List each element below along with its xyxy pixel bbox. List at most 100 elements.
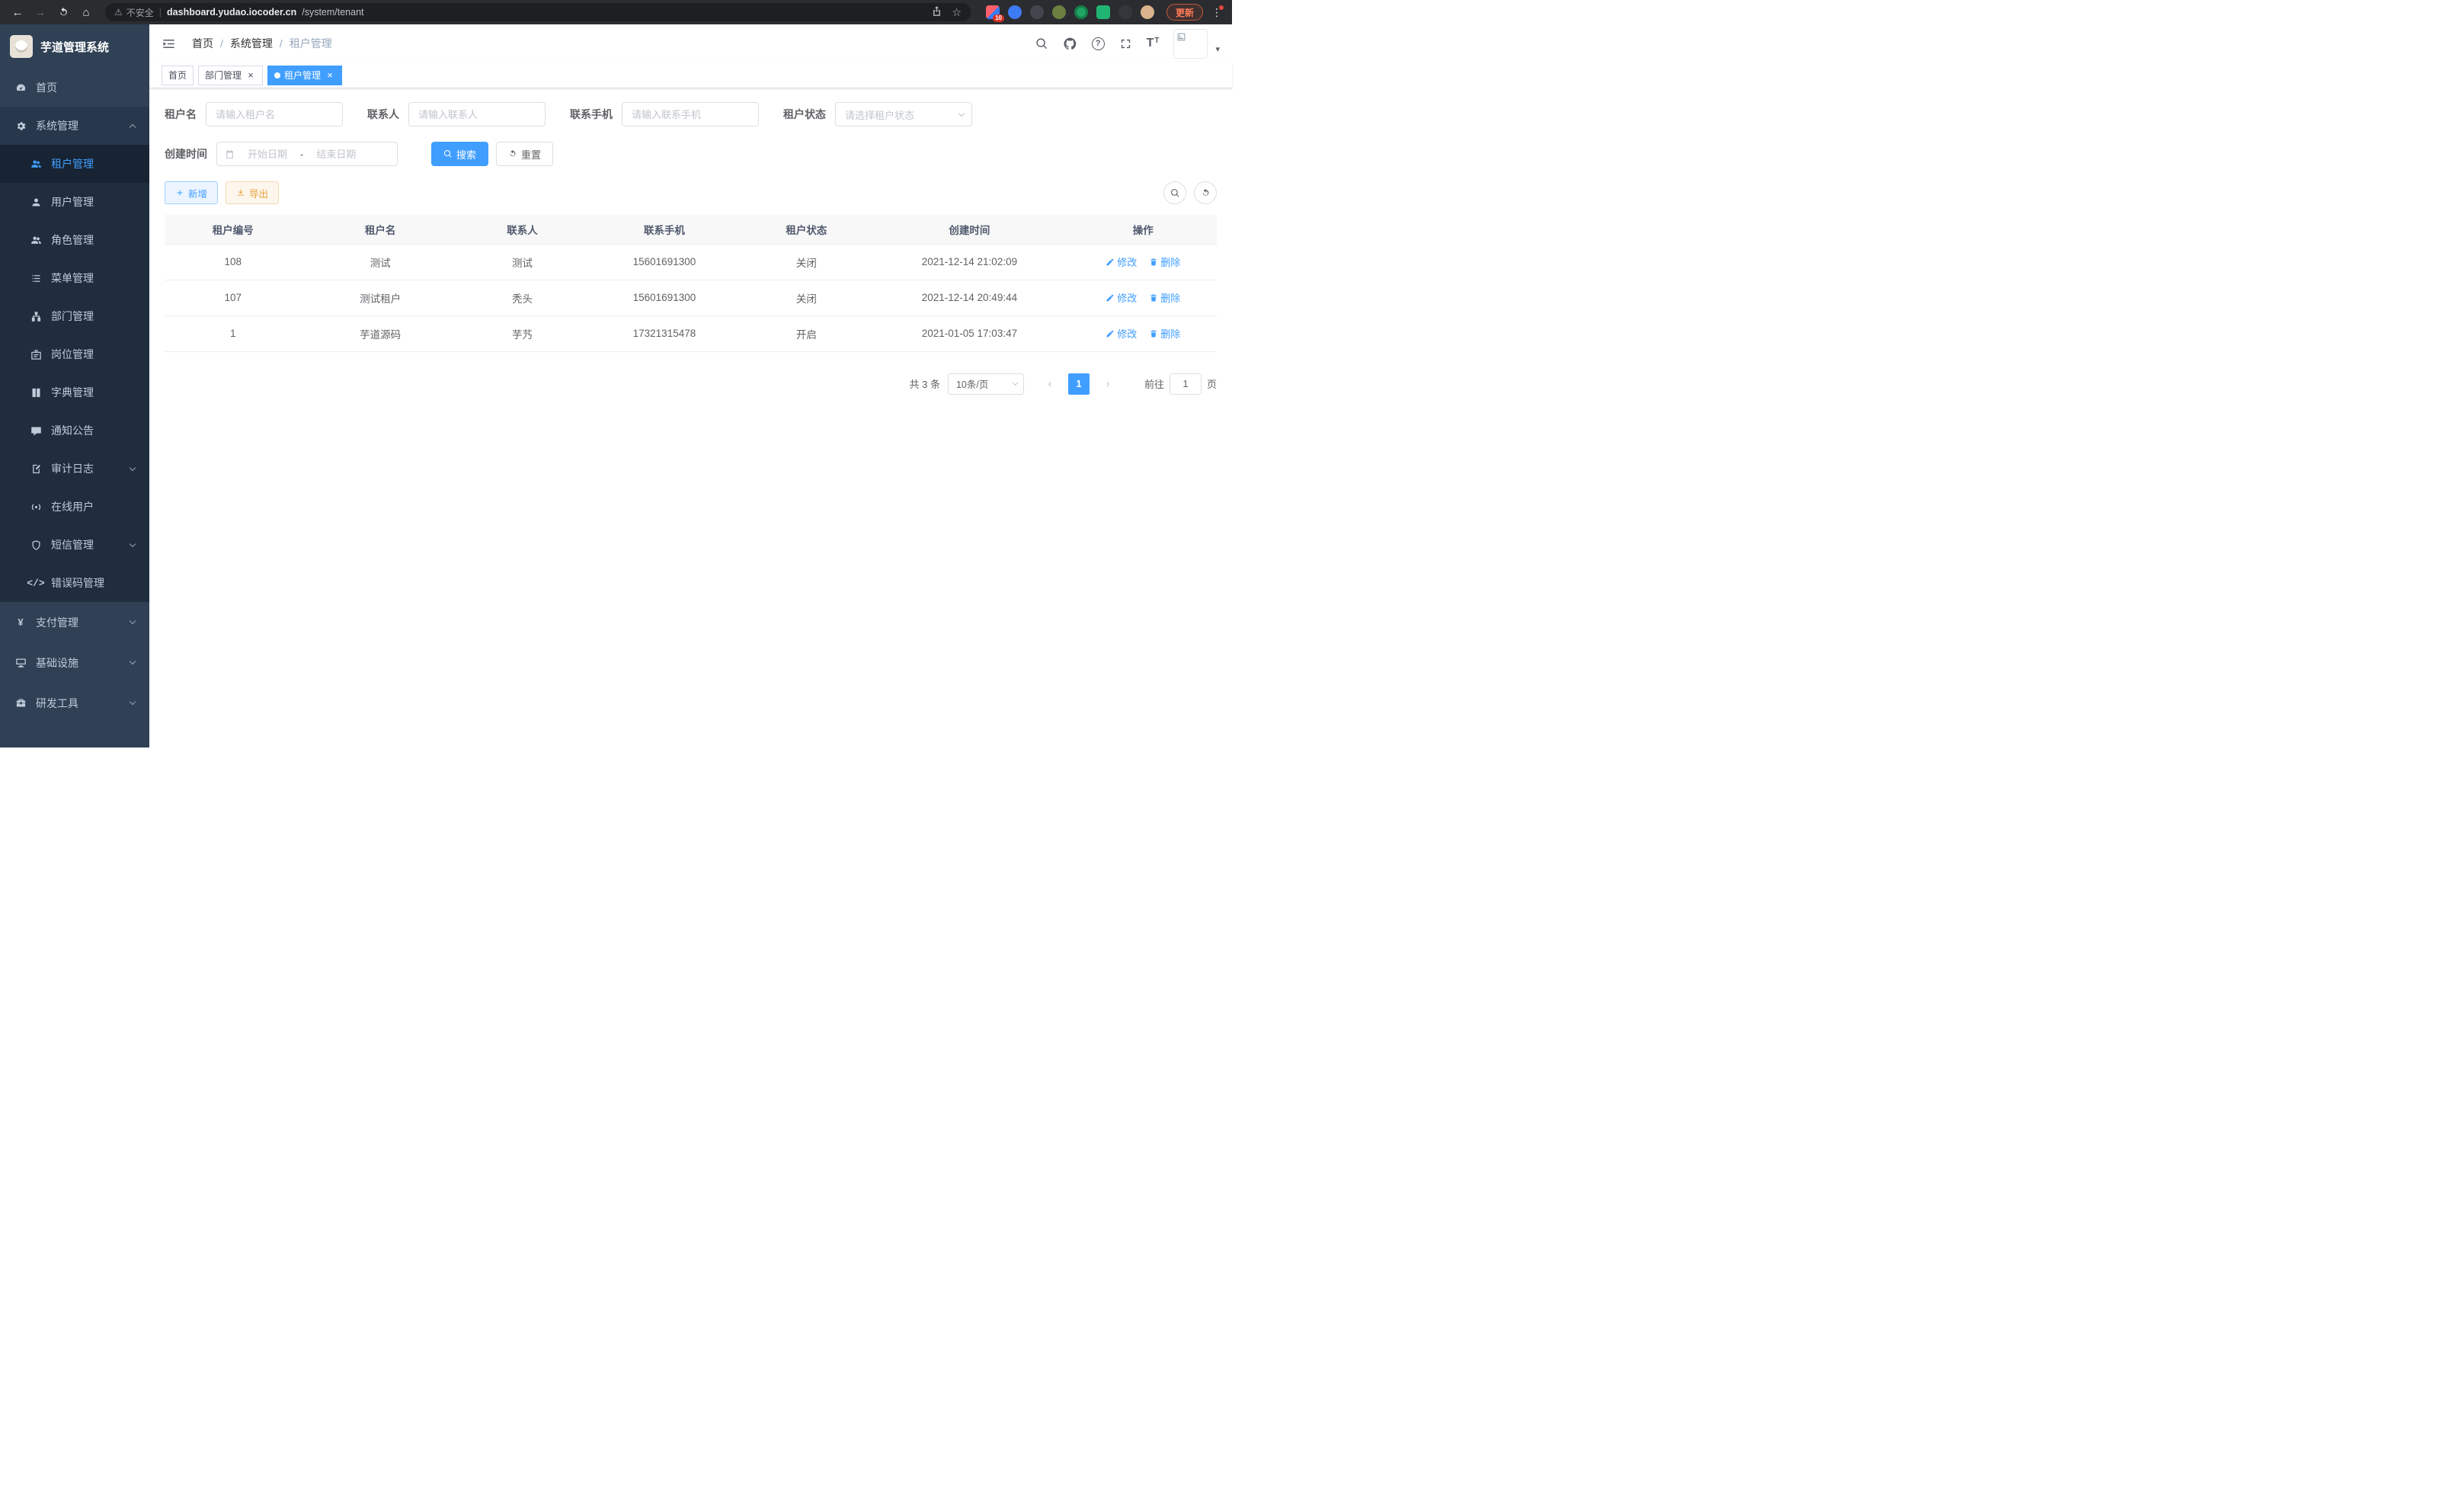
total-count: 共 3 条 — [910, 376, 940, 391]
next-page-button[interactable]: › — [1097, 373, 1118, 395]
sidebar-item-devtools[interactable]: 研发工具 — [0, 683, 149, 723]
pagination: 共 3 条 10条/页 ‹ 1 › 前往 页 — [165, 373, 1217, 395]
extension-icon[interactable] — [1030, 5, 1044, 19]
breadcrumb-home[interactable]: 首页 — [192, 36, 213, 51]
trash-icon — [1149, 293, 1158, 303]
sidebar-item-online-user[interactable]: 在线用户 — [0, 488, 149, 526]
chevron-down-icon — [130, 464, 136, 470]
end-date-input[interactable] — [306, 149, 366, 160]
bookmark-star-icon[interactable]: ☆ — [952, 6, 962, 19]
reset-button[interactable]: 重置 — [496, 142, 553, 166]
sidebar-item-role[interactable]: 角色管理 — [0, 221, 149, 259]
tab-dept[interactable]: 部门管理 × — [198, 66, 263, 85]
avatar-caret-icon[interactable]: ▾ — [1215, 44, 1220, 54]
sidebar-item-dict[interactable]: 字典管理 — [0, 373, 149, 411]
close-icon[interactable]: × — [325, 70, 335, 81]
extension-icon[interactable] — [1096, 5, 1110, 19]
address-bar[interactable]: ⚠ 不安全 | dashboard.yudao.iocoder.cn /syst… — [105, 3, 971, 21]
trash-icon — [1149, 258, 1158, 267]
close-icon[interactable]: × — [245, 70, 256, 81]
edit-link[interactable]: 修改 — [1106, 326, 1137, 341]
sidebar-collapse-button[interactable] — [162, 35, 178, 52]
sidebar-item-payment[interactable]: ¥ 支付管理 — [0, 602, 149, 642]
sidebar-item-tenant[interactable]: 租户管理 — [0, 145, 149, 183]
monitor-icon — [14, 657, 27, 668]
breadcrumb-system[interactable]: 系统管理 — [230, 36, 273, 51]
sidebar-item-audit-log[interactable]: 审计日志 — [0, 450, 149, 488]
table-row: 108 测试 测试 15601691300 关闭 2021-12-14 21:0… — [165, 244, 1217, 280]
sidebar-item-home[interactable]: 首页 — [0, 69, 149, 107]
extension-icon[interactable] — [1052, 5, 1066, 19]
gear-icon — [14, 120, 27, 132]
search-button[interactable]: 搜索 — [431, 142, 488, 166]
plus-icon — [175, 188, 184, 197]
add-button[interactable]: 新增 — [165, 181, 218, 204]
active-dot — [274, 72, 280, 78]
date-range-picker[interactable]: - — [216, 142, 398, 166]
search-icon — [1170, 188, 1180, 198]
sidebar-item-system[interactable]: 系统管理 — [0, 107, 149, 145]
tab-tenant[interactable]: 租户管理 × — [267, 66, 342, 85]
sidebar-item-error-code[interactable]: </> 错误码管理 — [0, 564, 149, 602]
refresh-icon — [1201, 188, 1211, 198]
toolbox-icon — [14, 697, 27, 709]
sidebar-item-notice[interactable]: 通知公告 — [0, 411, 149, 450]
font-size-icon[interactable]: TT — [1147, 37, 1160, 50]
github-icon[interactable] — [1063, 37, 1077, 51]
extensions-puzzle-icon[interactable] — [1118, 5, 1132, 19]
edit-link[interactable]: 修改 — [1106, 290, 1137, 305]
page-size-select[interactable]: 10条/页 — [948, 373, 1024, 395]
start-date-input[interactable] — [238, 149, 297, 160]
forward-icon[interactable]: → — [30, 2, 50, 22]
extension-icon[interactable] — [1074, 5, 1088, 19]
status-select[interactable]: 请选择租户状态 — [835, 102, 972, 126]
sidebar-item-post[interactable]: 岗位管理 — [0, 335, 149, 373]
extension-icon[interactable]: 10 — [986, 5, 1000, 19]
sidebar-item-sms[interactable]: 短信管理 — [0, 526, 149, 564]
security-indicator[interactable]: ⚠ 不安全 — [114, 6, 154, 19]
sidebar-item-dept[interactable]: 部门管理 — [0, 297, 149, 335]
back-icon[interactable]: ← — [8, 2, 27, 22]
extension-icon[interactable] — [1008, 5, 1022, 19]
delete-link[interactable]: 删除 — [1149, 255, 1180, 269]
prev-page-button[interactable]: ‹ — [1039, 373, 1061, 395]
logo-image — [10, 35, 33, 58]
mobile-input[interactable] — [622, 102, 759, 126]
app-logo[interactable]: 芋道管理系统 — [0, 24, 149, 69]
share-icon[interactable] — [931, 5, 942, 19]
profile-avatar[interactable] — [1141, 5, 1154, 19]
refresh-icon — [508, 149, 517, 158]
chevron-down-icon — [958, 110, 965, 116]
breadcrumb-current: 租户管理 — [290, 36, 332, 51]
refresh-table-button[interactable] — [1194, 181, 1217, 204]
search-icon[interactable] — [1035, 37, 1048, 50]
browser-menu-icon[interactable]: ⋮ — [1209, 6, 1224, 19]
audit-log-icon — [30, 463, 42, 475]
chevron-down-icon — [130, 618, 136, 624]
sidebar-item-menu[interactable]: 菜单管理 — [0, 259, 149, 297]
tab-home[interactable]: 首页 — [162, 66, 194, 85]
pencil-icon — [1106, 258, 1115, 267]
toggle-search-button[interactable] — [1163, 181, 1186, 204]
home-icon[interactable]: ⌂ — [76, 2, 96, 22]
fullscreen-icon[interactable] — [1119, 37, 1132, 50]
user-avatar[interactable] — [1173, 29, 1208, 59]
sidebar-item-user[interactable]: 用户管理 — [0, 183, 149, 221]
edit-link[interactable]: 修改 — [1106, 255, 1137, 269]
pencil-icon — [1106, 293, 1115, 303]
page-number-1[interactable]: 1 — [1068, 373, 1090, 395]
header-actions: ? TT ▾ — [1035, 29, 1220, 59]
status-text: 开启 — [744, 315, 870, 351]
search-icon — [443, 149, 453, 158]
help-icon[interactable]: ? — [1092, 37, 1105, 50]
delete-link[interactable]: 删除 — [1149, 326, 1180, 341]
tenant-name-input[interactable] — [206, 102, 343, 126]
chrome-update-button[interactable]: 更新 — [1166, 4, 1203, 21]
contact-input[interactable] — [408, 102, 546, 126]
broadcast-icon — [30, 501, 42, 513]
delete-link[interactable]: 删除 — [1149, 290, 1180, 305]
export-button[interactable]: 导出 — [226, 181, 279, 204]
sidebar-item-infra[interactable]: 基础设施 — [0, 642, 149, 683]
goto-page-input[interactable] — [1170, 373, 1202, 395]
reload-icon[interactable] — [53, 2, 73, 22]
